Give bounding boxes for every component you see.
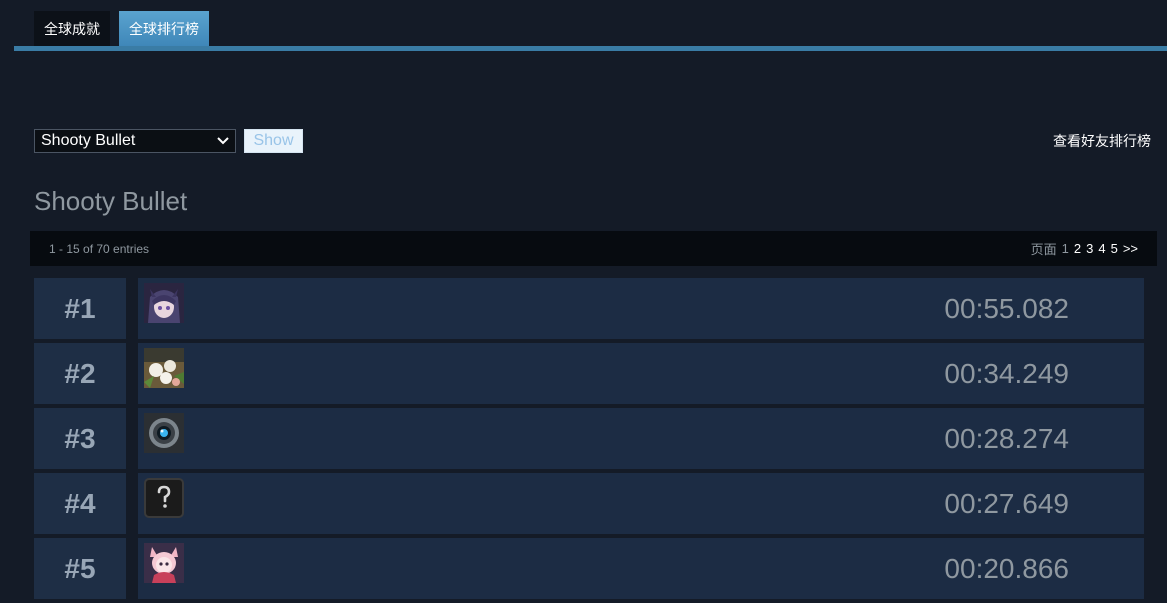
leaderboard-select[interactable]: Shooty Bullet xyxy=(34,129,236,153)
chevron-down-icon xyxy=(217,135,229,147)
leaderboard-entry[interactable]: 00:27.649 xyxy=(138,473,1144,534)
tab-underline xyxy=(14,46,1167,51)
page-link-3[interactable]: 3 xyxy=(1086,241,1093,256)
pagination-bar: 1 - 15 of 70 entries 页面 1 2 3 4 5 >> xyxy=(30,231,1157,266)
leaderboard-title: Shooty Bullet xyxy=(34,186,188,216)
robot-eye-avatar-icon[interactable] xyxy=(144,413,184,453)
score-value: 00:55.082 xyxy=(944,292,1069,324)
tab-global-achievements[interactable]: 全球成就 xyxy=(34,11,110,47)
friends-leaderboard-link[interactable]: 查看好友排行榜 xyxy=(1053,131,1151,151)
rank-label: #5 xyxy=(34,538,126,599)
flowers-avatar-icon[interactable] xyxy=(144,348,184,388)
score-value: 00:20.866 xyxy=(944,552,1069,584)
cat-girl-avatar-icon[interactable] xyxy=(144,543,184,583)
leaderboard-row: #3 00:28.274 xyxy=(34,408,1144,469)
leaderboard-row: #1 00:55.082 xyxy=(34,278,1144,339)
page-link-4[interactable]: 4 xyxy=(1098,241,1105,256)
question-mark-avatar-icon[interactable] xyxy=(144,478,184,518)
leaderboard-list: #1 00:55.082 #2 00:34.249 #3 00:28.274 #… xyxy=(34,278,1144,603)
page-link-5[interactable]: 5 xyxy=(1111,241,1118,256)
leaderboard-controls: Shooty Bullet Show xyxy=(34,129,303,153)
leaderboard-row: #5 00:20.866 xyxy=(34,538,1144,599)
show-button[interactable]: Show xyxy=(244,129,303,153)
tab-bar: 全球成就 全球排行榜 xyxy=(34,11,209,47)
page-label: 页面 xyxy=(1030,242,1057,257)
next-page-link[interactable]: >> xyxy=(1123,241,1138,256)
leaderboard-select-value: Shooty Bullet xyxy=(41,132,136,149)
leaderboard-row: #4 00:27.649 xyxy=(34,473,1144,534)
score-value: 00:27.649 xyxy=(944,487,1069,519)
rank-label: #4 xyxy=(34,473,126,534)
score-value: 00:28.274 xyxy=(944,422,1069,454)
rank-label: #1 xyxy=(34,278,126,339)
leaderboard-entry[interactable]: 00:34.249 xyxy=(138,343,1144,404)
leaderboard-entry[interactable]: 00:55.082 xyxy=(138,278,1144,339)
pagination: 页面 1 2 3 4 5 >> xyxy=(1031,239,1138,258)
page-current: 1 xyxy=(1061,241,1069,256)
entries-count: 1 - 15 of 70 entries xyxy=(49,241,150,256)
page-link-2[interactable]: 2 xyxy=(1074,241,1081,256)
leaderboard-entry[interactable]: 00:20.866 xyxy=(138,538,1144,599)
rank-label: #2 xyxy=(34,343,126,404)
score-value: 00:34.249 xyxy=(944,357,1069,389)
tab-global-leaderboards[interactable]: 全球排行榜 xyxy=(119,11,209,47)
rank-label: #3 xyxy=(34,408,126,469)
anime-girl-avatar-icon[interactable] xyxy=(144,283,184,323)
leaderboard-entry[interactable]: 00:28.274 xyxy=(138,408,1144,469)
leaderboard-row: #2 00:34.249 xyxy=(34,343,1144,404)
